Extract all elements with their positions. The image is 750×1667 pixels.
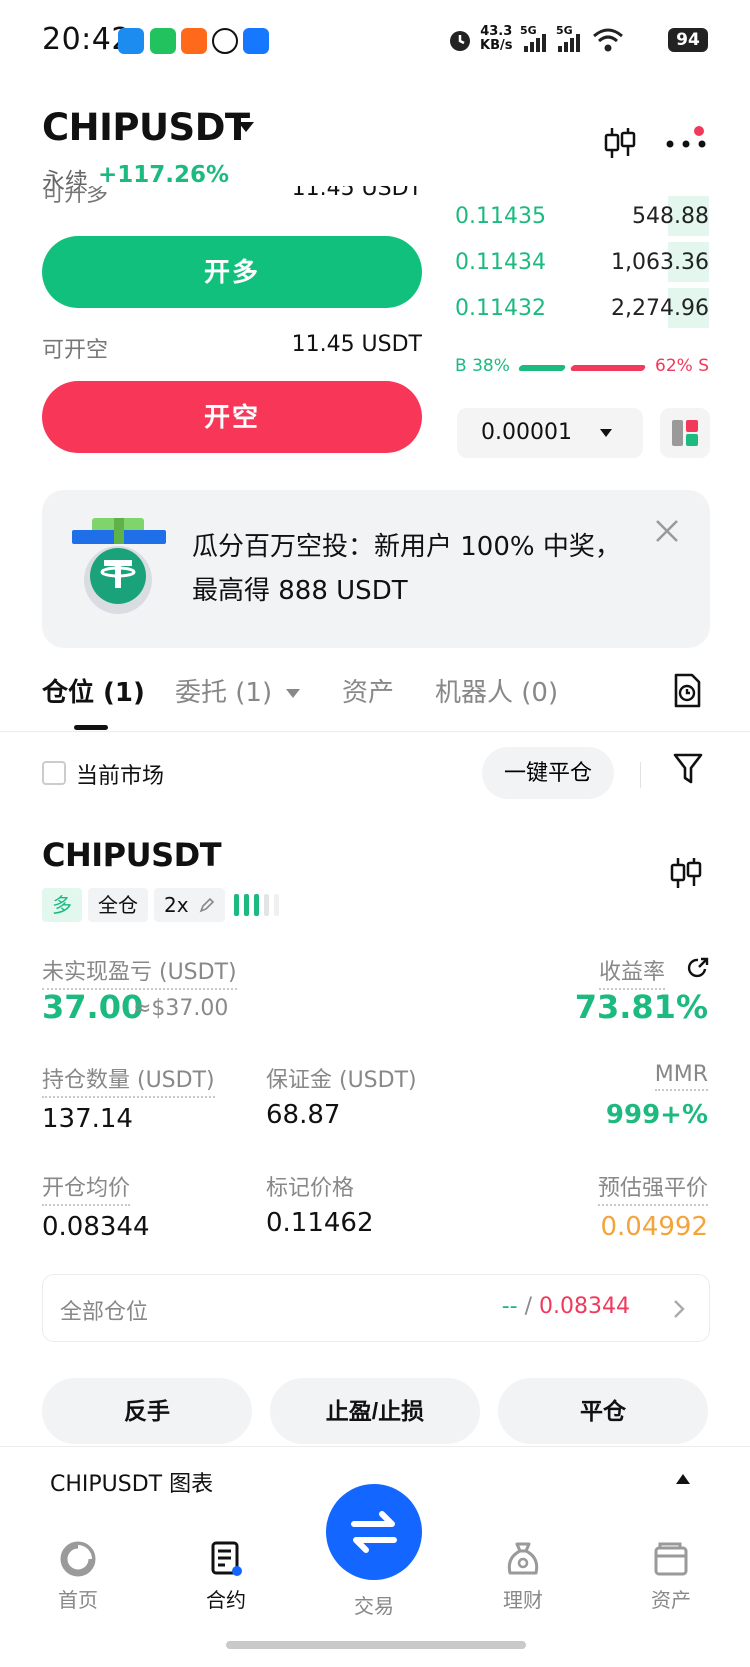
orderbook-row[interactable]: 0.11435 548.88 <box>455 196 709 236</box>
all-positions-value: -- / 0.08344 <box>501 1294 630 1319</box>
app-notification-icon <box>181 28 207 54</box>
price-step-select[interactable]: 0.00001 <box>457 408 643 458</box>
tab-bots[interactable]: 机器人 (0) <box>435 672 558 709</box>
position-symbol[interactable]: CHIPUSDT <box>42 836 222 874</box>
more-icon[interactable] <box>666 140 706 148</box>
long-available-row: 可开多 11.45 USDT <box>42 186 422 207</box>
risk-level-icon <box>234 894 279 916</box>
chevron-down-icon[interactable] <box>600 429 612 437</box>
entry-price-value: 0.08344 <box>42 1212 150 1242</box>
qq-icon <box>212 28 238 54</box>
promo-text: 瓜分百万空投：新用户 100% 中奖，最高得 888 USDT <box>192 532 621 606</box>
liquidation-price-value: 0.04992 <box>600 1212 708 1242</box>
chevron-up-icon[interactable] <box>676 1474 690 1484</box>
close-icon[interactable] <box>654 518 680 544</box>
wallet-icon <box>654 1542 688 1576</box>
buy-ratio: B 38% <box>455 356 510 376</box>
wifi-icon <box>593 28 623 52</box>
app-notification-icon <box>118 28 144 54</box>
tab-assets[interactable]: 资产 <box>342 672 394 709</box>
open-short-button[interactable]: 开空 <box>42 381 422 453</box>
price-change: +117.26% <box>98 162 230 188</box>
chevron-down-icon[interactable] <box>238 122 254 132</box>
futures-icon <box>211 1541 242 1576</box>
roe-label[interactable]: 收益率 <box>598 954 665 990</box>
mark-price-label: 标记价格 <box>266 1176 355 1201</box>
pair-title[interactable]: CHIPUSDT <box>42 106 250 149</box>
all-positions-label: 全部仓位 <box>60 1300 149 1325</box>
nav-trade-label[interactable]: 交易 <box>334 1590 414 1619</box>
buy-sell-ratio: B 38% 62% S <box>455 356 709 380</box>
chevron-down-icon <box>286 689 301 698</box>
status-bar: 20:42 43.3 KB/s 5G 5G 94 <box>0 0 750 84</box>
signal-icon <box>558 34 580 52</box>
upnl-value: 37.00 <box>42 988 144 1026</box>
reverse-position-button[interactable]: 反手 <box>42 1378 252 1444</box>
tab-positions[interactable]: 仓位 (1) <box>42 672 145 709</box>
share-icon[interactable] <box>686 956 710 980</box>
margin-mode-tag: 全仓 <box>88 888 148 922</box>
net-speed: 43.3 KB/s <box>480 24 513 53</box>
liquidation-price-label[interactable]: 预估强平价 <box>597 1170 708 1206</box>
current-market-checkbox[interactable] <box>42 761 66 785</box>
notification-dot <box>694 126 704 136</box>
side-tag: 多 <box>42 888 82 922</box>
nav-earn[interactable]: 理财 <box>483 1540 563 1613</box>
leverage-tag[interactable]: 2x <box>154 888 225 922</box>
chart-drawer-label: CHIPUSDT 图表 <box>50 1472 214 1497</box>
signal-icon <box>524 34 546 52</box>
nav-futures[interactable]: 合约 <box>186 1540 266 1613</box>
orderbook-layout-button[interactable] <box>660 408 710 458</box>
layout-icon <box>672 420 698 446</box>
trade-button[interactable] <box>326 1484 422 1580</box>
close-position-button[interactable]: 平仓 <box>498 1378 708 1444</box>
orderbook-row[interactable]: 0.11434 1,063.36 <box>455 242 709 282</box>
candlestick-icon[interactable] <box>604 126 636 160</box>
wechat-icon <box>150 28 176 54</box>
chevron-right-icon[interactable] <box>672 1298 686 1320</box>
money-bag-icon <box>507 1542 539 1575</box>
nav-home[interactable]: 首页 <box>38 1540 118 1613</box>
mmr-label[interactable]: MMR <box>654 1062 708 1091</box>
divider <box>640 762 641 788</box>
upnl-usd-value: ≈$37.00 <box>133 996 229 1021</box>
alarm-icon <box>450 31 470 51</box>
candlestick-icon[interactable] <box>670 856 702 890</box>
home-icon <box>60 1541 96 1577</box>
tab-orders[interactable]: 委托 (1) <box>175 672 301 709</box>
roe-value: 73.81% <box>574 988 708 1026</box>
sell-ratio-bar <box>569 365 647 371</box>
divider <box>0 731 750 732</box>
tpsl-button[interactable]: 止盈/止损 <box>270 1378 480 1444</box>
alipay-icon <box>243 28 269 54</box>
open-long-button[interactable]: 开多 <box>42 236 422 308</box>
entry-price-label[interactable]: 开仓均价 <box>42 1170 131 1206</box>
home-indicator[interactable] <box>226 1641 526 1649</box>
tab-indicator <box>74 725 108 730</box>
edit-icon <box>199 897 215 913</box>
mark-price-value: 0.11462 <box>266 1208 374 1238</box>
orderbook-row[interactable]: 0.11432 2,274.96 <box>455 288 709 328</box>
position-size-value: 137.14 <box>42 1104 133 1134</box>
upnl-label[interactable]: 未实现盈亏 (USDT) <box>42 954 237 990</box>
filter-icon[interactable] <box>673 752 703 786</box>
margin-label: 保证金 (USDT) <box>266 1068 417 1093</box>
position-size-label[interactable]: 持仓数量 (USDT) <box>42 1062 215 1098</box>
nav-assets[interactable]: 资产 <box>631 1540 711 1613</box>
tether-gift-icon <box>72 518 166 614</box>
margin-value: 68.87 <box>266 1100 341 1130</box>
buy-ratio-bar <box>517 365 567 371</box>
mmr-value: 999+% <box>605 1100 708 1130</box>
close-all-button[interactable]: 一键平仓 <box>482 747 614 799</box>
sell-ratio: 62% S <box>655 356 709 376</box>
current-market-label: 当前市场 <box>76 764 165 789</box>
swap-icon <box>351 1511 397 1553</box>
battery-level: 94 <box>668 28 708 52</box>
short-available-row: 可开空 11.45 USDT <box>42 332 422 363</box>
history-icon[interactable] <box>672 673 702 709</box>
